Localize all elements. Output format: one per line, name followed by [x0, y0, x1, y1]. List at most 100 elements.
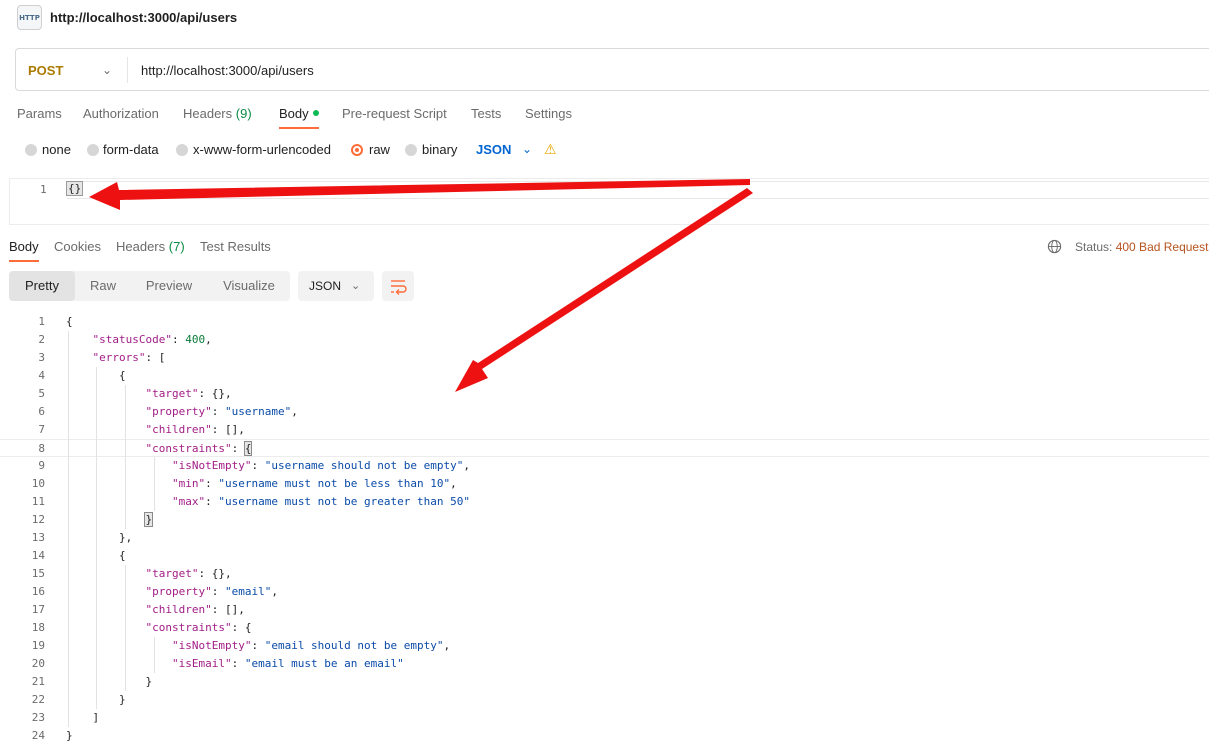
tab-cookies[interactable]: Cookies	[54, 239, 101, 254]
radio-label[interactable]: x-www-form-urlencoded	[193, 142, 331, 157]
line-number: 12	[31, 513, 45, 526]
line-number: 13	[31, 531, 45, 544]
indent-guide	[125, 385, 126, 529]
line-number: 14	[31, 549, 45, 562]
code-line: 16 "property": "email",	[0, 583, 1209, 601]
line-number: 11	[31, 495, 45, 508]
radio-x-www-form-urlencoded[interactable]	[176, 144, 188, 156]
tab-authorization[interactable]: Authorization	[83, 106, 159, 121]
line-number: 9	[38, 459, 45, 472]
wrap-lines-button[interactable]	[382, 271, 414, 301]
raw-format-select[interactable]: JSON	[476, 142, 511, 157]
code-line: 23 ]	[0, 709, 1209, 727]
response-format-select[interactable]: JSON ⌄	[298, 271, 374, 301]
tab-body[interactable]: Body	[279, 106, 319, 121]
code-line: 20 "isEmail": "email must be an email"	[0, 655, 1209, 673]
wrap-lines-icon	[391, 280, 407, 295]
line-number: 7	[38, 423, 45, 436]
code-line: 9 "isNotEmpty": "username should not be …	[0, 457, 1209, 475]
radio-label[interactable]: none	[42, 142, 71, 157]
view-visualize-button[interactable]: Visualize	[211, 271, 287, 301]
response-status[interactable]: Status: 400 Bad Request	[1075, 240, 1208, 254]
active-tab-indicator	[9, 260, 39, 262]
line-number: 2	[38, 333, 45, 346]
line-number: 21	[31, 675, 45, 688]
indent-guide	[154, 637, 155, 673]
code-text: "isNotEmpty": "username should not be em…	[171, 459, 471, 472]
code-text: ]	[66, 711, 100, 724]
indent-guide	[125, 565, 126, 691]
code-text: "isEmail": "email must be an email"	[171, 657, 404, 670]
globe-icon[interactable]	[1047, 239, 1062, 254]
line-number: 8	[38, 442, 45, 455]
tab-settings[interactable]: Settings	[525, 106, 572, 121]
code-line: 17 "children": [],	[0, 601, 1209, 619]
code-text: }	[66, 675, 153, 688]
chevron-down-icon: ⌄	[351, 280, 361, 292]
radio-raw[interactable]	[351, 144, 363, 156]
line-number: 4	[38, 369, 45, 382]
line-number: 22	[31, 693, 45, 706]
line-number: 10	[31, 477, 45, 490]
radio-label[interactable]: raw	[369, 142, 390, 157]
radio-label[interactable]: form-data	[103, 142, 159, 157]
code-line: 6 "property": "username",	[0, 403, 1209, 421]
view-pretty-button[interactable]: Pretty	[9, 271, 75, 301]
code-line: 19 "isNotEmpty": "email should not be em…	[0, 637, 1209, 655]
title-bar: HTTP http://localhost:3000/api/users	[0, 0, 1209, 38]
code-text: "property": "username",	[145, 405, 298, 418]
tab-tests[interactable]: Tests	[471, 106, 501, 121]
active-line-highlight	[67, 181, 1209, 199]
code-text: "isNotEmpty": "email should not be empty…	[171, 639, 451, 652]
status-value: 400 Bad Request	[1115, 240, 1209, 254]
tab-params[interactable]: Params	[17, 106, 62, 121]
line-number: 23	[31, 711, 45, 724]
view-preview-button[interactable]: Preview	[135, 271, 203, 301]
divider	[127, 57, 128, 83]
chevron-down-icon[interactable]: ⌄	[522, 142, 532, 156]
code-line: 1{	[0, 313, 1209, 331]
radio-binary[interactable]	[405, 144, 417, 156]
line-number: 18	[31, 621, 45, 634]
code-text: "constraints": {	[145, 621, 252, 634]
green-dot-icon	[312, 110, 319, 116]
warning-icon[interactable]: ⚠	[544, 141, 557, 158]
line-number: 24	[31, 729, 45, 742]
tab-pre-request-script[interactable]: Pre-request Script	[342, 106, 447, 121]
code-line: 12 }	[0, 511, 1209, 529]
url-input[interactable]: http://localhost:3000/api/users	[141, 63, 314, 78]
code-line: 14 {	[0, 547, 1209, 565]
http-icon: HTTP	[17, 5, 42, 30]
line-number: 6	[38, 405, 45, 418]
tab-response-body[interactable]: Body	[9, 239, 39, 254]
code-text: }	[144, 512, 154, 527]
radio-label[interactable]: binary	[422, 142, 457, 157]
request-body-editor[interactable]: 1 {}	[9, 178, 1209, 225]
code-text: },	[66, 531, 133, 544]
request-body-content[interactable]: {}	[65, 181, 84, 196]
tab-response-headers[interactable]: Headers (7)	[116, 239, 185, 254]
indent-guide	[154, 457, 155, 511]
line-number: 5	[38, 387, 45, 400]
code-text: "errors": [	[92, 351, 166, 364]
code-text: }	[66, 729, 73, 742]
line-number: 17	[31, 603, 45, 616]
code-line: 18 "constraints": {	[0, 619, 1209, 637]
code-line: 24}	[0, 727, 1209, 745]
line-number: 3	[38, 351, 45, 364]
line-number: 16	[31, 585, 45, 598]
indent-guide	[96, 367, 97, 709]
view-raw-button[interactable]: Raw	[79, 271, 127, 301]
request-title[interactable]: http://localhost:3000/api/users	[50, 10, 237, 25]
code-text: "target": {},	[145, 567, 232, 580]
active-tab-indicator	[279, 127, 319, 129]
radio-form-data[interactable]	[87, 144, 99, 156]
chevron-down-icon[interactable]: ⌄	[102, 63, 112, 77]
tab-test-results[interactable]: Test Results	[200, 239, 271, 254]
method-select[interactable]: POST	[28, 63, 63, 78]
radio-none[interactable]	[25, 144, 37, 156]
code-line: 11 "max": "username must not be greater …	[0, 493, 1209, 511]
url-bar: POST ⌄ http://localhost:3000/api/users	[15, 48, 1209, 91]
code-text: "target": {},	[145, 387, 232, 400]
tab-headers[interactable]: Headers (9)	[183, 106, 252, 121]
